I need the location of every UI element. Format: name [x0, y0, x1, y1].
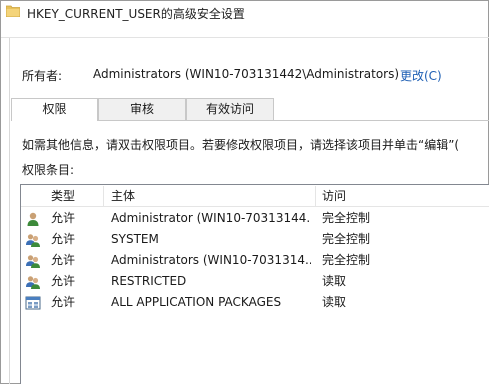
type-cell: 允许 — [51, 253, 76, 267]
column-header-principal[interactable]: 主体 — [111, 185, 135, 207]
access-cell: 完全控制 — [322, 211, 371, 225]
owner-value: Administrators (WIN10-703131442\Administ… — [93, 67, 400, 81]
type-cell: 允许 — [51, 211, 76, 225]
window-title: HKEY_CURRENT_USER的高级安全设置 — [27, 7, 245, 21]
access-cell: 完全控制 — [322, 253, 371, 267]
users-group-icon — [26, 234, 40, 247]
type-cell: 允许 — [51, 295, 76, 309]
advanced-security-window: HKEY_CURRENT_USER的高级安全设置 所有者: Administra… — [0, 0, 489, 384]
folder-icon — [6, 5, 20, 17]
principal-cell: ALL APPLICATION PACKAGES — [111, 295, 282, 309]
users-group-icon — [26, 255, 40, 268]
users-group-icon — [26, 276, 40, 289]
table-row[interactable]: 允许 RESTRICTED 读取 — [21, 271, 489, 292]
list-header: 类型 主体 访问 — [21, 185, 489, 207]
user-icon — [27, 212, 39, 226]
column-header-type[interactable]: 类型 — [51, 185, 75, 207]
content-border — [9, 38, 10, 384]
tab-auditing[interactable]: 审核 — [98, 98, 186, 120]
table-row[interactable]: 允许 Administrators (WIN10-7031314... 完全控制 — [21, 250, 489, 271]
app-packages-icon — [25, 296, 41, 310]
title-divider — [1, 37, 489, 38]
principal-cell: Administrators (WIN10-7031314... — [111, 253, 311, 267]
title-bar[interactable]: HKEY_CURRENT_USER的高级安全设置 — [1, 1, 488, 25]
tab-permissions[interactable]: 权限 — [11, 98, 98, 121]
access-cell: 读取 — [322, 274, 347, 288]
permission-entries-list[interactable]: 类型 主体 访问 允许 Administrator (WIN10-7031314… — [20, 184, 489, 384]
principal-cell: SYSTEM — [111, 232, 159, 246]
column-header-access[interactable]: 访问 — [322, 185, 346, 207]
info-text: 如需其他信息，请双击权限项目。若要修改权限项目，请选择该项目并单击“编辑”( — [22, 138, 460, 152]
table-row[interactable]: 允许 SYSTEM 完全控制 — [21, 229, 489, 250]
type-cell: 允许 — [51, 274, 76, 288]
access-cell: 读取 — [322, 295, 347, 309]
tab-effective-access[interactable]: 有效访问 — [186, 98, 274, 120]
access-cell: 完全控制 — [322, 232, 371, 246]
tab-strip: 权限 审核 有效访问 — [11, 98, 489, 121]
change-owner-link[interactable]: 更改(C) — [400, 67, 442, 84]
column-divider[interactable] — [315, 186, 316, 206]
table-row[interactable]: 允许 ALL APPLICATION PACKAGES 读取 — [21, 292, 489, 313]
principal-cell: Administrator (WIN10-70313144... — [111, 211, 311, 225]
column-divider[interactable] — [103, 186, 104, 206]
permission-entries-label: 权限条目: — [22, 163, 75, 177]
table-row[interactable]: 允许 Administrator (WIN10-70313144... 完全控制 — [21, 208, 489, 229]
type-cell: 允许 — [51, 232, 76, 246]
principal-cell: RESTRICTED — [111, 274, 187, 288]
owner-label: 所有者: — [22, 69, 63, 83]
